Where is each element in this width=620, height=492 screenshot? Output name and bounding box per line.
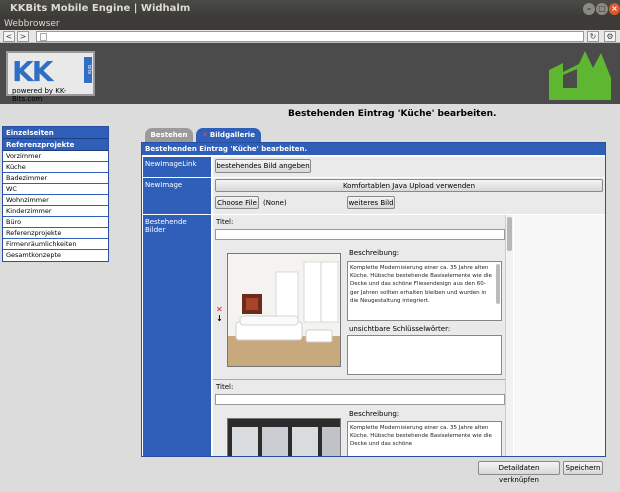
newimage-label: NewImage bbox=[143, 178, 211, 214]
forward-button[interactable]: > bbox=[17, 31, 29, 42]
button-label: bestehendes Bild angeben bbox=[216, 162, 310, 170]
description-textarea[interactable]: Komplette Modernisierung einer ca. 35 Ja… bbox=[347, 421, 502, 456]
title-input[interactable] bbox=[215, 229, 505, 240]
keywords-label: unsichtbare Schlüsselwörter: bbox=[349, 325, 451, 333]
newimagelink-label: NewImageLink bbox=[143, 157, 211, 177]
page-icon bbox=[40, 33, 47, 41]
entry-image bbox=[227, 253, 341, 367]
panel-header: Bestehenden Eintrag 'Küche' bearbeiten. bbox=[142, 143, 605, 155]
description-text: Komplette Modernisierung einer ca. 35 Ja… bbox=[350, 425, 492, 448]
file-none-text: (None) bbox=[263, 199, 287, 207]
sidebar-item[interactable]: Firmenräumlichkeiten bbox=[3, 239, 108, 250]
tab-bildgallerie[interactable]: ✕ Bildgallerie bbox=[196, 128, 261, 142]
button-label: Komfortablen Java Upload verwenden bbox=[342, 182, 476, 190]
image-entry: Titel: Beschreibung: Komplette Modernisi… bbox=[213, 380, 511, 456]
sidebar-item[interactable]: WC bbox=[3, 184, 108, 195]
logo-bits-text: bits bbox=[84, 57, 92, 83]
description-text: Komplette Modernisierung einer ca. 35 Ja… bbox=[350, 265, 492, 304]
title-label: Titel: bbox=[216, 383, 234, 391]
gallery-scrollbar[interactable] bbox=[505, 215, 513, 456]
edit-panel: Bestehenden Eintrag 'Küche' bearbeiten. … bbox=[141, 142, 606, 457]
tab-bestehen[interactable]: Bestehen bbox=[145, 128, 193, 142]
logo-powered-by: powered by KK-Bits.com bbox=[12, 87, 67, 103]
settings-gear-icon[interactable]: ⚙ bbox=[604, 31, 616, 42]
sidebar-item[interactable]: Wohnzimmer bbox=[3, 195, 108, 206]
button-label: Detaildaten verknüpfen bbox=[498, 464, 540, 484]
gallery-scroll-thumb[interactable] bbox=[507, 217, 512, 251]
save-button[interactable]: Speichern bbox=[563, 461, 603, 475]
entry-image bbox=[227, 418, 341, 456]
app-name-bar: Webbrowser bbox=[0, 18, 620, 30]
kitchen-image-icon bbox=[228, 419, 340, 456]
existing-images-label: Bestehende Bilder bbox=[143, 215, 211, 456]
move-down-icon[interactable]: ↓ bbox=[216, 314, 223, 323]
java-upload-button[interactable]: Komfortablen Java Upload verwenden bbox=[215, 179, 603, 192]
window-title: KKBits Mobile Engine | Widhalm bbox=[10, 3, 191, 14]
window-titlebar: KKBits Mobile Engine | Widhalm – □ × bbox=[0, 0, 620, 18]
kkbits-logo[interactable]: KK bits powered by KK-Bits.com bbox=[6, 51, 95, 103]
sidebar-item[interactable]: Kinderzimmer bbox=[3, 206, 108, 217]
description-label: Beschreibung: bbox=[349, 249, 400, 257]
minimize-button[interactable]: – bbox=[583, 3, 595, 15]
textarea-scrollbar[interactable] bbox=[496, 264, 500, 304]
link-details-button[interactable]: Detaildaten verknüpfen bbox=[478, 461, 560, 484]
newimagelink-cell: bestehendes Bild angeben bbox=[213, 157, 605, 177]
more-image-button[interactable]: weiteres Bild bbox=[347, 196, 395, 209]
maximize-button[interactable]: □ bbox=[596, 3, 608, 15]
url-bar[interactable] bbox=[36, 31, 584, 42]
tab-label: Bildgallerie bbox=[209, 131, 255, 139]
existing-image-button[interactable]: bestehendes Bild angeben bbox=[215, 159, 311, 173]
sidebar-item[interactable]: Küche bbox=[3, 162, 108, 173]
existing-images-gallery: Titel: ✕ ↓ Beschreibung: Komplette Moder… bbox=[213, 215, 511, 456]
house-logo-icon bbox=[549, 51, 611, 100]
description-label: Beschreibung: bbox=[349, 410, 400, 418]
sidebar-nav: Einzelseiten Referenzprojekte Vorzimmer … bbox=[2, 126, 109, 262]
reload-button[interactable]: ↻ bbox=[587, 31, 599, 42]
sidebar-item[interactable]: Vorzimmer bbox=[3, 151, 108, 162]
delete-entry-icon[interactable]: ✕ bbox=[216, 305, 223, 314]
newimage-cell: Komfortablen Java Upload verwenden Choos… bbox=[213, 178, 605, 214]
sidebar-item[interactable]: Gesamtkonzepte bbox=[3, 250, 108, 261]
sidebar-header-einzelseiten[interactable]: Einzelseiten bbox=[3, 127, 108, 139]
title-label: Titel: bbox=[216, 218, 234, 226]
tab-label: Bestehen bbox=[150, 131, 188, 139]
sidebar-header-referenzprojekte[interactable]: Referenzprojekte bbox=[3, 139, 108, 151]
sidebar-item[interactable]: Badezimmer bbox=[3, 173, 108, 184]
app-name: Webbrowser bbox=[4, 19, 60, 29]
sidebar-item[interactable]: Büro bbox=[3, 217, 108, 228]
site-header: KK bits powered by KK-Bits.com bbox=[0, 43, 620, 104]
title-input[interactable] bbox=[215, 394, 505, 405]
button-label: Choose File bbox=[217, 199, 257, 207]
browser-toolbar: < > ↻ ⚙ bbox=[0, 30, 620, 43]
description-textarea[interactable]: Komplette Modernisierung einer ca. 35 Ja… bbox=[347, 261, 502, 321]
choose-file-button[interactable]: Choose File bbox=[215, 196, 259, 209]
close-tab-icon[interactable]: ✕ bbox=[202, 131, 208, 139]
gallery-right-area bbox=[514, 215, 605, 456]
page-title: Bestehenden Eintrag 'Küche' bearbeiten. bbox=[288, 109, 497, 119]
image-entry: Titel: ✕ ↓ Beschreibung: Komplette Moder… bbox=[213, 215, 511, 378]
sidebar-item[interactable]: Referenzprojekte bbox=[3, 228, 108, 239]
button-label: Speichern bbox=[565, 464, 601, 472]
close-window-button[interactable]: × bbox=[609, 3, 620, 15]
back-button[interactable]: < bbox=[3, 31, 15, 42]
living-room-image-icon bbox=[228, 254, 340, 366]
keywords-textarea[interactable] bbox=[347, 335, 502, 375]
logo-kk-text: KK bbox=[12, 55, 53, 88]
button-label: weiteres Bild bbox=[348, 199, 394, 207]
